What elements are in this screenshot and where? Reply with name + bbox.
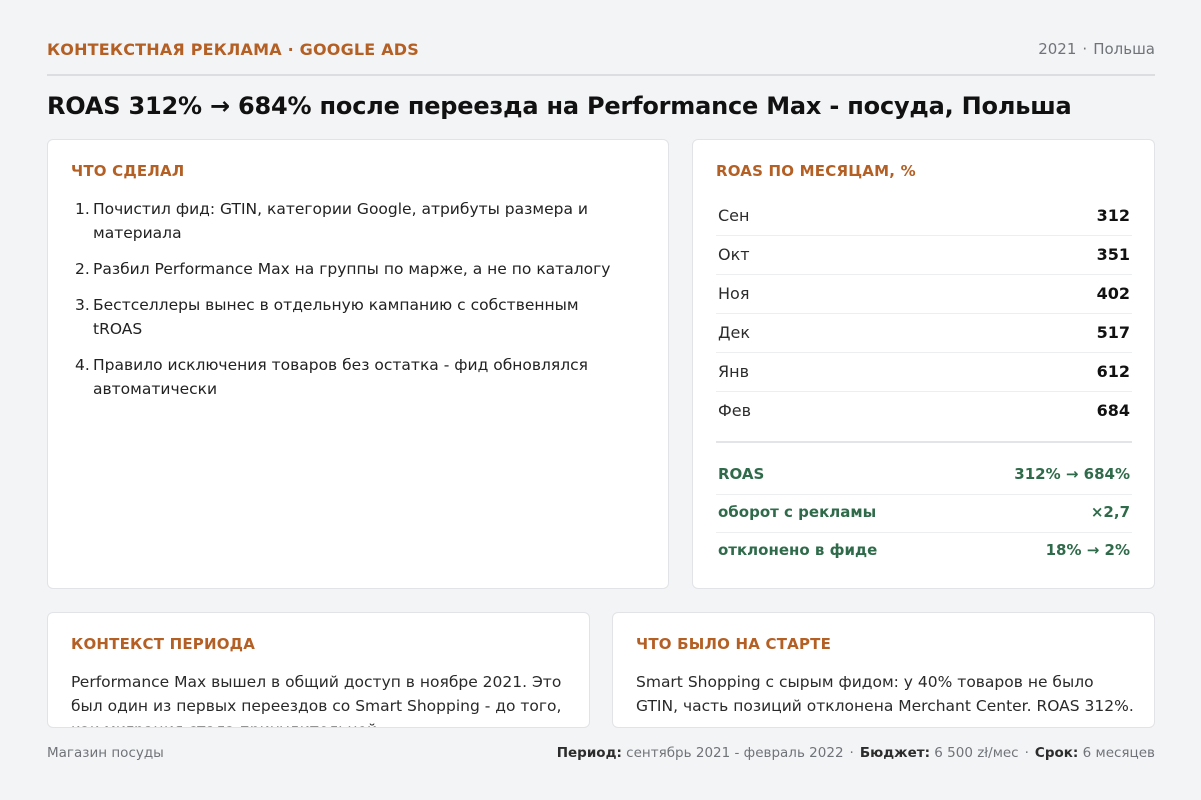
- actions-card-title: ЧТО СДЕЛАЛ: [71, 162, 185, 180]
- list-item: 2. Разбил Performance Max на группы по ма…: [71, 257, 631, 281]
- table-row: Фев 684: [716, 392, 1132, 431]
- roas-value: 402: [1096, 284, 1130, 303]
- page-title: ROAS 312% → 684% после переезда на Perfo…: [47, 92, 1072, 120]
- category-eyebrow: КОНТЕКСТНАЯ РЕКЛАМА · GOOGLE ADS: [47, 40, 419, 59]
- footer-separator: ·: [849, 745, 854, 761]
- summary-row: отклонено в фиде 18% → 2%: [716, 533, 1132, 571]
- list-item-text: Правило исключения товаров без остатка -…: [93, 356, 588, 398]
- page-header: КОНТЕКСТНАЯ РЕКЛАМА · GOOGLE ADS 2021 · По…: [47, 38, 1155, 76]
- month-label: Ноя: [718, 284, 750, 303]
- list-item: 1. Почистил фид: GTIN, категории Google, …: [71, 197, 631, 245]
- start-card-text: Smart Shopping с сырым фидом: у 40% това…: [636, 673, 1134, 715]
- summary-label: отклонено в фиде: [718, 541, 878, 559]
- list-item-number: 1.: [75, 200, 90, 218]
- roas-card: ROAS ПО МЕСЯЦАМ, % Сен 312 Окт 351 Ноя 402 …: [692, 139, 1155, 589]
- month-label: Фев: [718, 401, 752, 420]
- summary-row: ROAS 312% → 684%: [716, 457, 1132, 495]
- term-label: Срок:: [1034, 745, 1079, 761]
- summary-label: оборот с рекламы: [718, 503, 877, 521]
- month-label: Окт: [718, 245, 750, 264]
- summary-divider: [716, 441, 1132, 443]
- list-item: 3. Бестселлеры вынес в отдельную кампанию…: [71, 293, 631, 341]
- month-label: Дек: [718, 323, 751, 342]
- table-row: Сен 312: [716, 197, 1132, 236]
- roas-month-table: Сен 312 Окт 351 Ноя 402 Дек 517 Янв 612 Фев 68…: [716, 197, 1132, 431]
- list-item-number: 3.: [75, 296, 90, 314]
- list-item: 4. Правило исключения товаров без остатка…: [71, 353, 631, 401]
- context-card-title: КОНТЕКСТ ПЕРИОДА: [71, 635, 256, 653]
- period-value: сентябрь 2021 - февраль 2022: [626, 745, 844, 761]
- summary-row: оборот с рекламы ×2,7: [716, 495, 1132, 533]
- budget-value: 6 500 zł/мес: [934, 745, 1019, 761]
- list-item-text: Разбил Performance Max на группы по марж…: [93, 260, 611, 278]
- footer-separator: ·: [1024, 745, 1029, 761]
- context-card-text: Performance Max вышел в общий доступ в н…: [71, 673, 562, 727]
- list-item-text: Почистил фид: GTIN, категории Google, ат…: [93, 200, 588, 242]
- client-name: Магазин посуды: [47, 745, 164, 761]
- month-label: Янв: [718, 362, 750, 381]
- budget-label: Бюджет:: [859, 745, 930, 761]
- roas-value: 312: [1096, 206, 1130, 225]
- summary-label: ROAS: [718, 465, 765, 483]
- summary-value: 18% → 2%: [1045, 541, 1130, 559]
- list-item-number: 4.: [75, 356, 90, 374]
- month-label: Сен: [718, 206, 750, 225]
- list-item-text: Бестселлеры вынес в отдельную кампанию с…: [93, 296, 579, 338]
- roas-value: 517: [1096, 323, 1130, 342]
- summary-value: ×2,7: [1090, 503, 1130, 521]
- roas-value: 612: [1096, 362, 1130, 381]
- actions-list: 1. Почистил фид: GTIN, категории Google, …: [71, 197, 631, 413]
- table-row: Ноя 402: [716, 275, 1132, 314]
- roas-value: 351: [1096, 245, 1130, 264]
- header-meta: 2021 · Польша: [1038, 40, 1155, 58]
- start-card: ЧТО БЫЛО НА СТАРТЕ Smart Shopping с сыры…: [612, 612, 1155, 728]
- project-meta: Период: сентябрь 2021 - февраль 2022 · Бюд…: [557, 745, 1155, 761]
- list-item-number: 2.: [75, 260, 90, 278]
- term-value: 6 месяцев: [1082, 745, 1155, 761]
- context-card: КОНТЕКСТ ПЕРИОДА Performance Max вышел в…: [47, 612, 590, 728]
- roas-card-title: ROAS ПО МЕСЯЦАМ, %: [716, 162, 916, 180]
- table-row: Дек 517: [716, 314, 1132, 353]
- roas-summary: ROAS 312% → 684% оборот с рекламы ×2,7 отк…: [716, 457, 1132, 571]
- table-row: Окт 351: [716, 236, 1132, 275]
- year-label: 2021: [1038, 40, 1077, 58]
- country-label: Польша: [1093, 40, 1155, 58]
- start-card-title: ЧТО БЫЛО НА СТАРТЕ: [636, 635, 832, 653]
- roas-value: 684: [1096, 401, 1130, 420]
- actions-card: ЧТО СДЕЛАЛ 1. Почистил фид: GTIN, категор…: [47, 139, 669, 589]
- summary-value: 312% → 684%: [1014, 465, 1130, 483]
- table-row: Янв 612: [716, 353, 1132, 392]
- period-label: Период:: [556, 745, 622, 761]
- meta-separator: ·: [1082, 40, 1088, 58]
